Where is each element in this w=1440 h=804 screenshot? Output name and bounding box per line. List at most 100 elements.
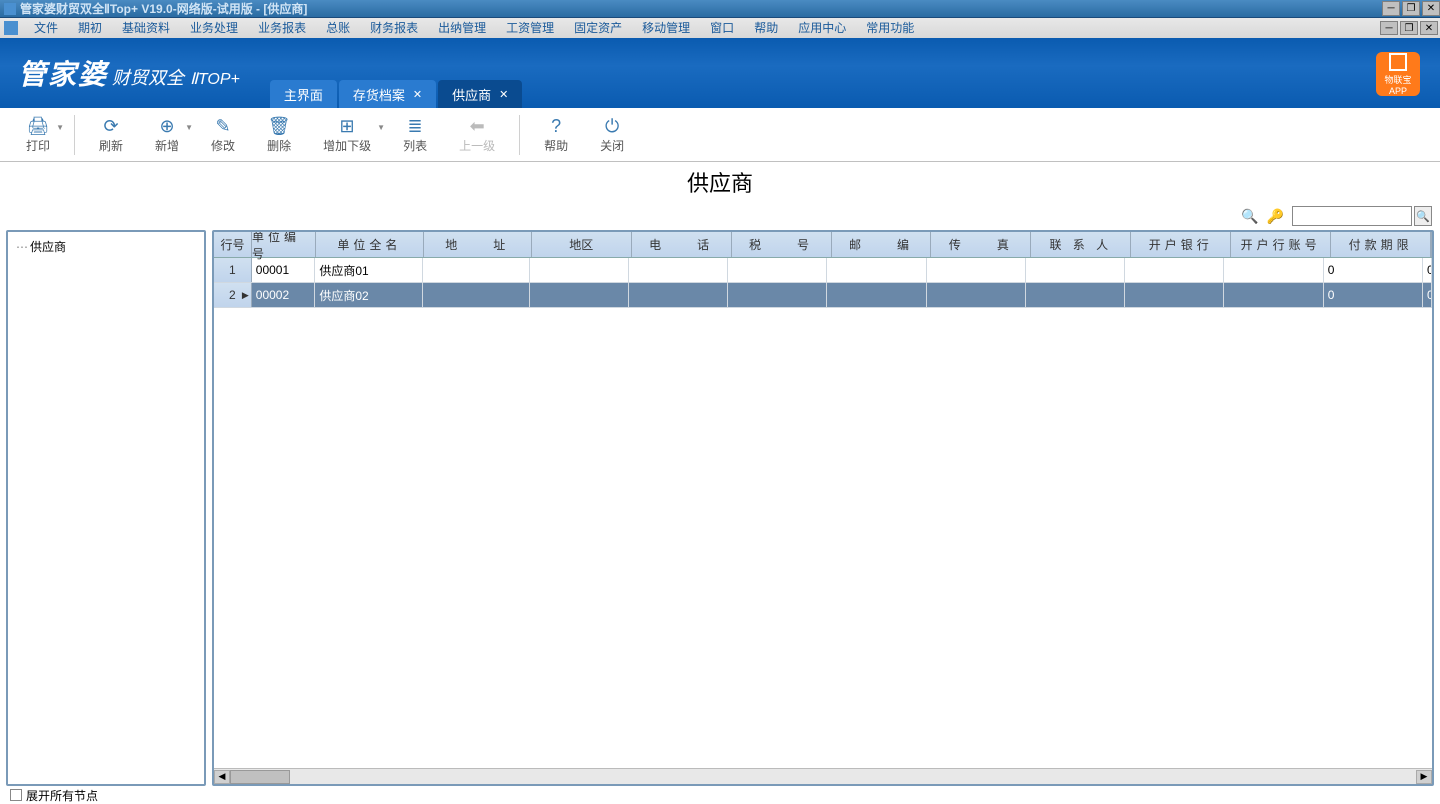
menu-item[interactable]: 财务报表 [360,18,428,38]
table-cell: 0 [1423,283,1432,307]
column-header[interactable]: 开户银行 [1131,232,1231,257]
page-title: 供应商 [687,166,753,198]
tab[interactable]: 供应商 ✕ [438,80,522,108]
column-header[interactable]: 单位全名 [316,232,424,257]
toolbar-button[interactable]: ⊕新增 ▼ [139,115,195,154]
table-cell [927,258,1026,282]
menu-item[interactable]: 应用中心 [788,18,856,38]
table-cell [927,283,1026,307]
table-cell: 00002 [252,283,316,307]
scroll-left-button[interactable]: ◀ [214,770,230,784]
toolbar-button[interactable]: ≣列表 [387,115,443,154]
column-header[interactable]: 行号 [214,232,252,257]
column-header[interactable] [1431,232,1432,257]
table-cell [1026,258,1125,282]
column-header[interactable]: 传 真 [931,232,1031,257]
toolbar-separator [74,115,75,155]
column-header[interactable]: 邮 编 [832,232,932,257]
table-cell [1224,283,1323,307]
table-cell: 0 [1423,258,1432,282]
table-cell [1224,258,1323,282]
toolbar-button[interactable]: ✎修改 [195,115,251,154]
scroll-thumb[interactable] [230,770,290,784]
tab[interactable]: 存货档案✕ [339,80,436,108]
zoom-icon[interactable]: 🔍 [1241,208,1258,225]
table-cell [629,258,728,282]
app-badge[interactable]: 物联宝 APP [1376,52,1420,96]
minimize-button[interactable]: ─ [1382,1,1400,16]
menu-item[interactable]: 业务报表 [248,18,316,38]
grid-panel: 行号单位编号单位全名地 址地区电 话税 号邮 编传 真联 系 人开户银行开户行账… [212,230,1434,786]
toolbar-icon: ⏻ [605,115,619,137]
search-button[interactable]: 🔍 [1414,206,1432,226]
banner: 管家婆 财贸双全 ⅡTOP+ 主界面存货档案✕ 供应商 ✕ 物联宝 APP [0,38,1440,108]
column-header[interactable]: 电 话 [632,232,732,257]
tab-label: 供应商 [452,85,491,104]
dropdown-icon: ▼ [185,123,193,132]
tab-close-icon[interactable]: ✕ [499,88,508,101]
menu-item[interactable]: 常用功能 [856,18,924,38]
menubar: 文件期初基础资料业务处理业务报表总账财务报表出纳管理工资管理固定资产移动管理窗口… [0,18,1378,38]
column-header[interactable]: 付款期限 [1331,232,1431,257]
doc-minimize-button[interactable]: ─ [1380,21,1398,35]
table-cell: 2▶ [214,283,252,307]
search-row: 🔍 🔑 🔍 [0,202,1440,230]
toolbar-button[interactable]: 🖨打印▼ [10,115,66,154]
toolbar-label: 修改 [211,137,235,154]
toolbar: 🖨打印▼⟳刷新⊕新增▼✎修改🗑删除⊞增加下级▼≣列表⬅上一级?帮助⏻关闭 [0,108,1440,162]
table-row[interactable]: 100001供应商0100 [214,258,1432,283]
toolbar-icon: 🗑 [268,115,291,137]
toolbar-button[interactable]: 🗑删除 [251,115,307,154]
table-cell [827,283,926,307]
doc-close-button[interactable]: ✕ [1420,21,1438,35]
tree-root: ⋯ 供应商 [8,232,204,261]
window-title: 管家婆财贸双全ⅡTop+ V19.0-网络版-试用版 - [供应商] [20,0,1380,17]
column-header[interactable]: 税 号 [732,232,832,257]
menu-item[interactable]: 文件 [24,18,68,38]
toolbar-button[interactable]: ⏻关闭 [584,115,640,154]
column-header[interactable]: 联 系 人 [1031,232,1131,257]
toolbar-button[interactable]: ⊞增加下级▼ [307,115,387,154]
expand-all-checkbox[interactable] [10,789,22,801]
menu-item[interactable]: 固定资产 [564,18,632,38]
tree-node-root[interactable]: ⋯ 供应商 [16,238,196,255]
close-button[interactable]: ✕ [1422,1,1440,16]
footer: 展开所有节点 [0,786,1440,804]
brand-sub: 财贸双全 [112,64,184,90]
menu-item[interactable]: 基础资料 [112,18,180,38]
key-icon[interactable]: 🔑 [1267,208,1284,225]
column-header[interactable]: 地 址 [424,232,532,257]
toolbar-button[interactable]: ?帮助 [528,115,584,154]
column-header[interactable]: 开户行账号 [1231,232,1331,257]
tab[interactable]: 主界面 [270,80,337,108]
table-cell [530,283,629,307]
menu-item[interactable]: 帮助 [744,18,788,38]
toolbar-label: 新增 [155,137,179,154]
menu-item[interactable]: 业务处理 [180,18,248,38]
tab-close-icon[interactable]: ✕ [413,88,422,101]
menu-item[interactable]: 工资管理 [496,18,564,38]
toolbar-button[interactable]: ⟳刷新 [83,115,139,154]
column-header[interactable]: 单位编号 [252,232,316,257]
menu-item[interactable]: 窗口 [700,18,744,38]
toolbar-separator [519,115,520,155]
table-cell [1125,283,1224,307]
horizontal-scrollbar[interactable]: ◀ ▶ [214,768,1432,784]
brand: 管家婆 财贸双全 ⅡTOP+ [0,53,240,93]
menu-item[interactable]: 出纳管理 [428,18,496,38]
table-cell: 供应商02 [315,283,422,307]
column-header[interactable]: 地区 [532,232,632,257]
scroll-right-button[interactable]: ▶ [1416,770,1432,784]
table-cell [728,283,827,307]
toolbar-label: 关闭 [600,137,624,154]
menu-item[interactable]: 移动管理 [632,18,700,38]
toolbar-icon: ⟳ [103,115,118,137]
toolbar-icon: ⊕ [159,115,174,137]
maximize-button[interactable]: ❐ [1402,1,1420,16]
toolbar-label: 打印 [26,137,50,154]
search-input[interactable] [1292,206,1412,226]
menu-item[interactable]: 总账 [316,18,360,38]
table-row[interactable]: 2▶00002供应商0200 [214,283,1432,308]
doc-maximize-button[interactable]: ❐ [1400,21,1418,35]
menu-item[interactable]: 期初 [68,18,112,38]
